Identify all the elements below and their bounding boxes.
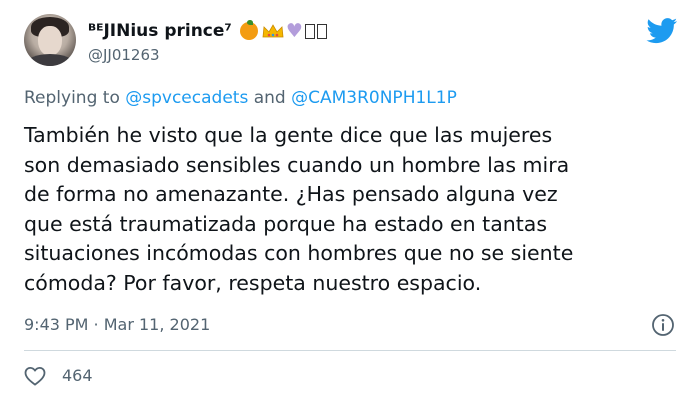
- purple-heart-emoji-icon: ♥: [285, 19, 303, 42]
- unsupported-glyph-icon: [304, 23, 315, 39]
- display-name[interactable]: ᴮᴱJINius prince⁷: [88, 21, 232, 41]
- heart-icon[interactable]: [23, 364, 47, 388]
- avatar-shoulders: [26, 54, 74, 66]
- crown-emoji-icon: [262, 24, 284, 38]
- tweet-text-line: cómoda? Por favor, respeta nuestro espac…: [24, 270, 482, 295]
- tweet-text-line: son demasiado sensibles cuando un hombre…: [24, 152, 570, 177]
- replying-to-label: Replying to: [24, 88, 120, 108]
- tweet-text-line: de forma no amenazante. ¿Has pensado alg…: [24, 182, 558, 207]
- unsupported-glyph-icon: [316, 23, 327, 39]
- avatar-face: [38, 26, 62, 56]
- reply-mention-link[interactable]: @CAM3R0NPH1L1P: [291, 88, 457, 108]
- reply-mention-link[interactable]: @spvcecadets: [125, 88, 248, 108]
- tweet-timestamp[interactable]: 9:43 PM · Mar 11, 2021: [24, 315, 210, 334]
- like-count: 464: [62, 366, 93, 385]
- author-name-row[interactable]: ᴮᴱJINius prince⁷ ♥: [88, 20, 327, 42]
- avatar[interactable]: [24, 14, 76, 66]
- info-icon[interactable]: [651, 313, 675, 337]
- tweet-text: También he visto que la gente dice que l…: [24, 121, 684, 299]
- tweet-text-line: situaciones incómodas con hombres que no…: [24, 241, 574, 266]
- tweet-text-line: También he visto que la gente dice que l…: [24, 123, 553, 147]
- replying-to-line: Replying to @spvcecadets and @CAM3R0NPH1…: [24, 88, 457, 108]
- divider: [24, 350, 676, 351]
- orange-emoji-icon: [239, 20, 258, 40]
- replying-conjunction: and: [253, 88, 286, 108]
- tweet-text-line: que está traumatizada porque ha estado e…: [24, 211, 548, 236]
- twitter-bird-icon[interactable]: [646, 18, 678, 44]
- author-handle[interactable]: @JJ01263: [88, 46, 160, 64]
